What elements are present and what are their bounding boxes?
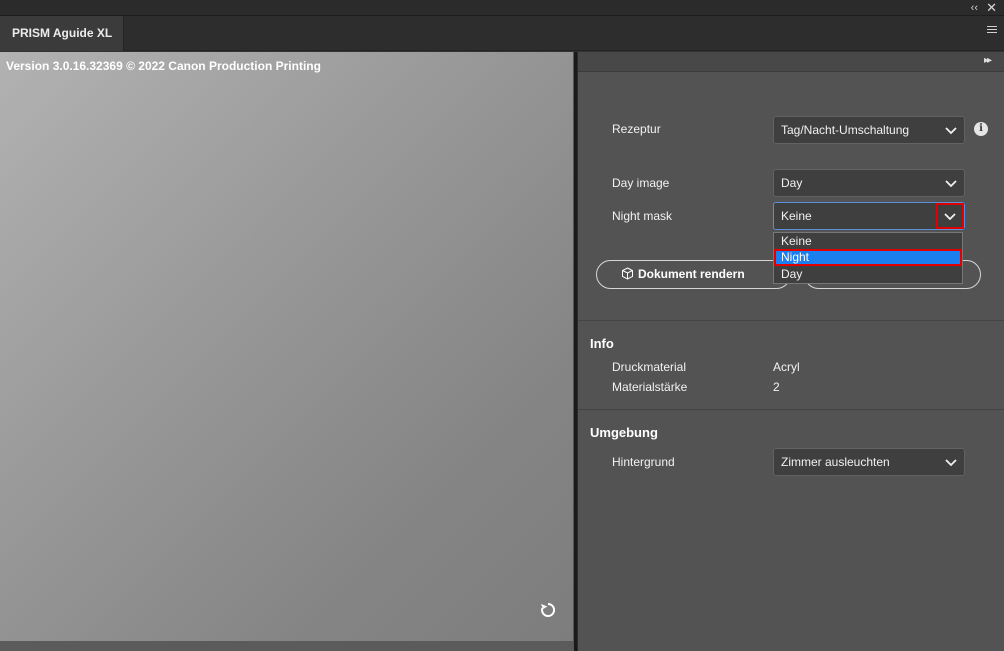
night-mask-select[interactable]: Keine xyxy=(773,202,965,230)
day-image-select[interactable]: Day xyxy=(773,169,965,197)
chevron-down-icon xyxy=(945,127,957,135)
option-keine[interactable]: Keine xyxy=(774,233,962,250)
background-label: Hintergrund xyxy=(612,455,675,469)
preview-scrollbar[interactable] xyxy=(0,641,573,651)
recipe-select-value: Tag/Nacht-Umschaltung xyxy=(781,123,910,137)
render-document-label: Dokument rendern xyxy=(638,267,745,281)
day-image-select-value: Day xyxy=(781,176,803,190)
version-text: Version 3.0.16.32369 © 2022 Canon Produc… xyxy=(6,59,321,73)
close-icon[interactable]: ✕ xyxy=(986,0,997,15)
option-night[interactable]: Night xyxy=(774,249,962,266)
divider xyxy=(578,409,1004,410)
expand-icon[interactable]: ▸▸ xyxy=(984,55,992,66)
info-title: Info xyxy=(590,336,614,351)
info-key: Materialstärke xyxy=(612,380,688,394)
settings-panel: ▸▸ Rezeptur Tag/Nacht-Umschaltung i Day … xyxy=(578,52,1004,651)
info-key: Druckmaterial xyxy=(612,360,687,374)
info-icon[interactable]: i xyxy=(974,122,988,136)
panel-menu-icon[interactable] xyxy=(987,26,997,35)
recipe-select[interactable]: Tag/Nacht-Umschaltung xyxy=(773,116,965,144)
background-select[interactable]: Zimmer ausleuchten xyxy=(773,448,965,476)
tab-bar: PRISM Aguide XL xyxy=(0,16,1004,51)
background-select-value: Zimmer ausleuchten xyxy=(781,455,890,469)
night-mask-dropdown-button[interactable] xyxy=(936,203,964,229)
divider xyxy=(578,320,1004,321)
option-day[interactable]: Day xyxy=(774,266,962,283)
collapse-panels-icon[interactable]: ‹‹ xyxy=(971,1,978,15)
info-value: 2 xyxy=(773,380,780,394)
render-preview[interactable]: Version 3.0.16.32369 © 2022 Canon Produc… xyxy=(0,52,573,641)
reset-view-icon[interactable] xyxy=(539,601,557,619)
recipe-label: Rezeptur xyxy=(612,122,661,136)
night-mask-select-value: Keine xyxy=(781,209,812,223)
chevron-down-icon xyxy=(945,459,957,467)
panel-header: ▸▸ xyxy=(578,52,1004,72)
night-mask-options: Keine Night Day xyxy=(773,232,963,284)
render-document-button[interactable]: Dokument rendern xyxy=(596,260,791,289)
cube-icon xyxy=(622,267,633,280)
chevron-down-icon xyxy=(945,180,957,188)
window-top-bar: ‹‹ ✕ xyxy=(0,0,1004,16)
night-mask-label: Night mask xyxy=(612,209,673,223)
tab-prism-aguide[interactable]: PRISM Aguide XL xyxy=(0,16,124,51)
chevron-down-icon xyxy=(944,213,956,221)
environment-title: Umgebung xyxy=(590,425,658,440)
info-value: Acryl xyxy=(773,360,800,374)
day-image-label: Day image xyxy=(612,176,670,190)
